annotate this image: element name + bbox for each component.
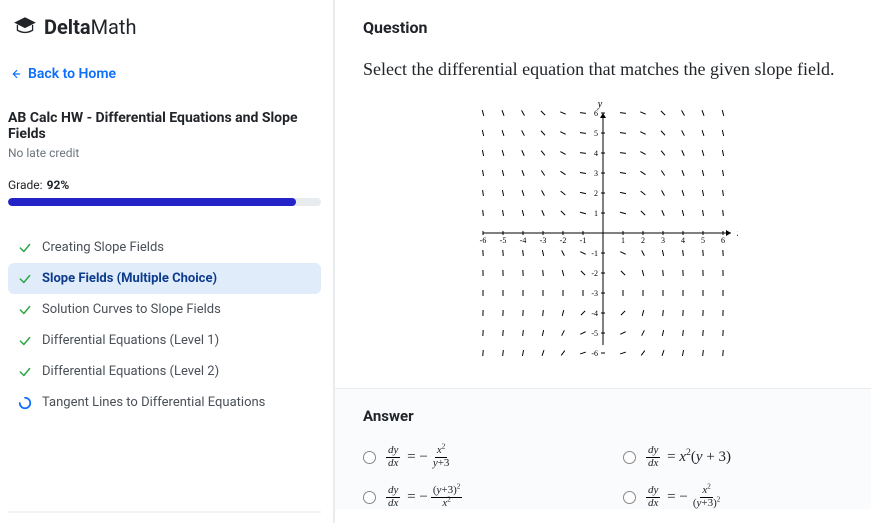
sidebar-divider (8, 511, 321, 513)
svg-text:-2: -2 (560, 236, 567, 245)
sidebar: DeltaMath Back to Home AB Calc HW - Diff… (0, 0, 335, 523)
topic-item-2[interactable]: Solution Curves to Slope Fields (8, 294, 321, 325)
question-prompt: Select the differential equation that ma… (363, 59, 843, 80)
radio-C[interactable] (363, 491, 376, 504)
assignment-title: AB Calc HW - Differential Equations and … (8, 110, 321, 142)
grade-row: Grade: 92% (8, 178, 321, 192)
topic-label: Creating Slope Fields (42, 240, 164, 255)
graduation-cap-icon (12, 14, 38, 40)
topic-item-5[interactable]: Tangent Lines to Differential Equations (8, 387, 321, 418)
grade-value: 92% (47, 178, 70, 192)
slope-field-wrap: xy-6-5-4-3-2-1123456-6-5-4-3-2-1123456 (363, 98, 843, 368)
progress-arc-icon (18, 396, 32, 410)
choice-B-math: dydx = x2(y + 3) (646, 445, 731, 469)
svg-text:-1: -1 (591, 249, 598, 258)
topic-item-1[interactable]: Slope Fields (Multiple Choice) (8, 263, 321, 294)
svg-text:-5: -5 (500, 236, 507, 245)
check-icon (18, 272, 32, 286)
brand-name-2: Math (91, 15, 137, 39)
svg-text:-6: -6 (480, 236, 487, 245)
svg-text:1: 1 (594, 209, 598, 218)
svg-text:1: 1 (621, 236, 625, 245)
svg-text:6: 6 (721, 236, 725, 245)
topic-label: Solution Curves to Slope Fields (42, 302, 221, 317)
check-icon (18, 365, 32, 379)
svg-text:3: 3 (661, 236, 665, 245)
choice-D[interactable]: dydx = − x2(y+3)2 (623, 485, 843, 509)
answer-choices: dydx = − x2y+3 dydx = x2(y + 3) dydx (363, 445, 843, 509)
slope-field-plot: xy-6-5-4-3-2-1123456-6-5-4-3-2-1123456 (468, 98, 738, 368)
choice-B[interactable]: dydx = x2(y + 3) (623, 445, 843, 469)
svg-text:-3: -3 (540, 236, 547, 245)
back-to-home-link[interactable]: Back to Home (8, 66, 321, 82)
topic-item-4[interactable]: Differential Equations (Level 2) (8, 356, 321, 387)
check-icon (18, 241, 32, 255)
check-icon (18, 303, 32, 317)
progress-fill (8, 198, 296, 206)
choice-C-math: dydx = − (y+3)2x2 (386, 485, 462, 509)
main-content: Question Select the differential equatio… (335, 0, 871, 523)
radio-B[interactable] (623, 451, 636, 464)
svg-text:-3: -3 (591, 289, 598, 298)
brand-logo: DeltaMath (12, 14, 321, 40)
grade-label: Grade: (8, 178, 43, 192)
topic-label: Tangent Lines to Differential Equations (42, 395, 265, 410)
radio-D[interactable] (623, 491, 636, 504)
svg-text:-6: -6 (591, 349, 598, 358)
answer-header: Answer (363, 407, 843, 425)
svg-text:5: 5 (594, 129, 598, 138)
svg-text:x: x (736, 228, 738, 239)
svg-text:5: 5 (701, 236, 705, 245)
svg-text:4: 4 (681, 236, 685, 245)
svg-text:-1: -1 (580, 236, 587, 245)
topic-label: Differential Equations (Level 1) (42, 333, 219, 348)
arrow-left-icon (8, 67, 22, 81)
svg-text:-2: -2 (591, 269, 598, 278)
svg-text:-5: -5 (591, 329, 598, 338)
choice-A[interactable]: dydx = − x2y+3 (363, 445, 583, 469)
svg-text:2: 2 (594, 189, 598, 198)
topic-item-0[interactable]: Creating Slope Fields (8, 232, 321, 263)
choice-C[interactable]: dydx = − (y+3)2x2 (363, 485, 583, 509)
svg-text:6: 6 (594, 109, 598, 118)
progress-bar (8, 198, 321, 206)
topic-item-3[interactable]: Differential Equations (Level 1) (8, 325, 321, 356)
svg-text:3: 3 (594, 169, 598, 178)
topic-list: Creating Slope Fields Slope Fields (Multi… (8, 232, 321, 418)
back-label: Back to Home (28, 66, 116, 82)
choice-D-math: dydx = − x2(y+3)2 (646, 485, 722, 509)
svg-text:-4: -4 (591, 309, 598, 318)
choice-A-math: dydx = − x2y+3 (386, 445, 451, 469)
assignment-subtitle: No late credit (8, 146, 321, 160)
answer-section: Answer dydx = − x2y+3 dydx = x2(y + 3) (335, 388, 871, 509)
question-header: Question (363, 18, 843, 37)
svg-text:4: 4 (594, 149, 598, 158)
topic-label: Slope Fields (Multiple Choice) (42, 271, 217, 286)
svg-text:2: 2 (641, 236, 645, 245)
svg-text:-4: -4 (520, 236, 527, 245)
check-icon (18, 334, 32, 348)
radio-A[interactable] (363, 451, 376, 464)
brand-name-1: Delta (44, 15, 91, 39)
topic-label: Differential Equations (Level 2) (42, 364, 219, 379)
